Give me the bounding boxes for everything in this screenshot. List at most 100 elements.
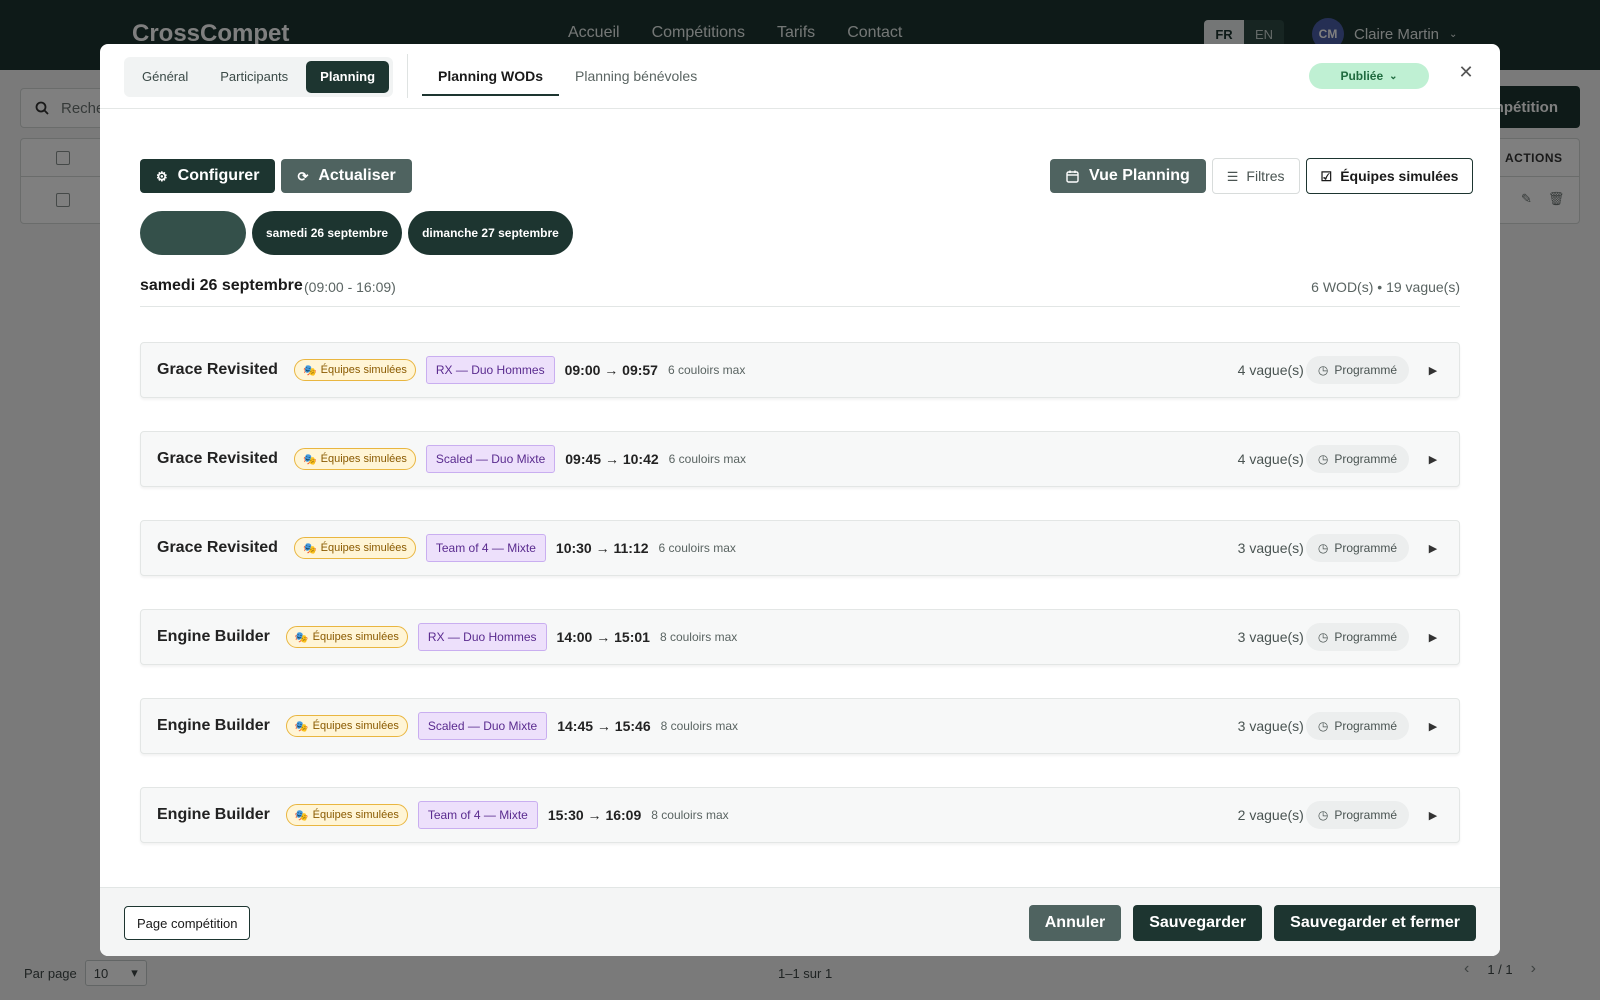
puzzle-icon: 🎭 bbox=[302, 542, 317, 555]
filters-button[interactable]: ☰ Filtres bbox=[1211, 158, 1300, 194]
main-tabs: Général Participants Planning bbox=[124, 57, 394, 97]
close-icon[interactable]: ✕ bbox=[1452, 58, 1480, 86]
simulated-teams-label: Équipes simulées bbox=[1340, 168, 1459, 184]
status-label: Publiée bbox=[1340, 69, 1384, 83]
status-badge: ◷ Programmé bbox=[1305, 801, 1409, 829]
wod-row-content: Engine Builder 🎭 Équipes simulées RX — Du… bbox=[157, 610, 737, 664]
status-badge-label: Programmé bbox=[1334, 363, 1397, 377]
category-badge: Scaled — Duo Mixte bbox=[425, 445, 556, 473]
wod-row-right: 3 vague(s) ◷ Programmé ▶ bbox=[1238, 534, 1445, 562]
wod-row-right: 4 vague(s) ◷ Programmé ▶ bbox=[1238, 445, 1445, 473]
wod-name: Grace Revisited bbox=[157, 539, 278, 556]
status-badge-label: Programmé bbox=[1334, 541, 1397, 555]
save-button[interactable]: Sauvegarder bbox=[1133, 905, 1263, 941]
wod-row[interactable]: Engine Builder 🎭 Équipes simulées Team of… bbox=[140, 787, 1460, 843]
planning-view-button[interactable]: Vue Planning bbox=[1050, 159, 1206, 193]
simulated-badge: 🎭 Équipes simulées bbox=[285, 626, 408, 648]
status-badge: ◷ Programmé bbox=[1305, 623, 1409, 651]
simulated-badge-label: Équipes simulées bbox=[320, 542, 407, 554]
divider bbox=[407, 54, 408, 98]
subtab-planning-benevoles[interactable]: Planning bénévoles bbox=[559, 44, 713, 108]
wod-time: 15:30 → 16:09 bbox=[547, 807, 642, 823]
status-badge: ◷ Programmé bbox=[1305, 534, 1409, 562]
calendar-icon bbox=[1066, 170, 1079, 183]
refresh-button[interactable]: ⟳ Actualiser bbox=[281, 159, 412, 193]
cancel-button[interactable]: Annuler bbox=[1028, 905, 1122, 941]
planning-view-label: Vue Planning bbox=[1089, 167, 1190, 184]
footer-actions: Annuler Sauvegarder Sauvegarder et ferme… bbox=[1028, 905, 1476, 941]
wod-name: Engine Builder bbox=[157, 628, 270, 645]
expand-icon[interactable]: ▶ bbox=[1421, 631, 1445, 644]
wod-lanes: 6 couloirs max bbox=[658, 541, 736, 555]
wod-row[interactable]: Engine Builder 🎭 Équipes simulées Scaled … bbox=[140, 698, 1460, 754]
wod-time: 09:00 → 09:57 bbox=[564, 362, 658, 378]
expand-icon[interactable]: ▶ bbox=[1421, 720, 1445, 733]
simulated-badge: 🎭 Équipes simulées bbox=[293, 537, 416, 559]
day-chip-all[interactable] bbox=[140, 211, 246, 255]
puzzle-icon: 🎭 bbox=[302, 364, 317, 377]
status-badge: ◷ Programmé bbox=[1305, 712, 1409, 740]
wod-row-right: 3 vague(s) ◷ Programmé ▶ bbox=[1238, 712, 1445, 740]
wod-row[interactable]: Grace Revisited 🎭 Équipes simulées RX — D… bbox=[140, 342, 1460, 398]
clock-icon: ◷ bbox=[1317, 808, 1329, 822]
simulated-badge: 🎭 Équipes simulées bbox=[285, 715, 408, 737]
wod-time: 10:30 → 11:12 bbox=[555, 540, 649, 556]
wod-row[interactable]: Grace Revisited 🎭 Équipes simulées Team o… bbox=[140, 520, 1460, 576]
expand-icon[interactable]: ▶ bbox=[1421, 364, 1445, 377]
wod-time: 09:45 → 10:42 bbox=[565, 451, 659, 467]
day-title: samedi 26 septembre bbox=[140, 277, 303, 294]
wod-name: Grace Revisited bbox=[157, 450, 278, 467]
status-badge-label: Programmé bbox=[1334, 808, 1397, 822]
wave-count: 3 vague(s) bbox=[1237, 718, 1304, 734]
wod-row[interactable]: Grace Revisited 🎭 Équipes simulées Scaled… bbox=[140, 431, 1460, 487]
expand-icon[interactable]: ▶ bbox=[1421, 453, 1445, 466]
configure-label: Configurer bbox=[177, 167, 260, 184]
expand-icon[interactable]: ▶ bbox=[1421, 542, 1445, 555]
wave-count: 3 vague(s) bbox=[1237, 540, 1304, 556]
category-badge: RX — Duo Hommes bbox=[425, 356, 555, 384]
wod-row[interactable]: Engine Builder 🎭 Équipes simulées RX — Du… bbox=[140, 609, 1460, 665]
simulated-teams-toggle[interactable]: ☑ Équipes simulées bbox=[1305, 158, 1474, 194]
day-chip-saturday[interactable]: samedi 26 septembre bbox=[252, 211, 403, 255]
day-summary: 6 WOD(s) • 19 vague(s) bbox=[1311, 279, 1460, 295]
wod-lanes: 6 couloirs max bbox=[667, 363, 746, 377]
wod-row-content: Grace Revisited 🎭 Équipes simulées Team o… bbox=[157, 521, 736, 575]
wod-time: 14:00 → 15:01 bbox=[556, 629, 650, 645]
expand-icon[interactable]: ▶ bbox=[1421, 809, 1445, 822]
competition-page-button[interactable]: Page compétition bbox=[124, 906, 251, 940]
subtab-planning-wods[interactable]: Planning WODs bbox=[422, 44, 559, 96]
simulated-badge: 🎭 Équipes simulées bbox=[285, 804, 408, 826]
clock-icon: ◷ bbox=[1317, 630, 1329, 644]
wod-row-content: Grace Revisited 🎭 Équipes simulées Scaled… bbox=[157, 432, 746, 486]
tab-participants[interactable]: Participants bbox=[206, 61, 302, 93]
simulated-badge-label: Équipes simulées bbox=[312, 809, 399, 821]
wave-count: 4 vague(s) bbox=[1237, 362, 1304, 378]
puzzle-icon: 🎭 bbox=[302, 453, 317, 466]
configure-button[interactable]: ⚙ Configurer bbox=[140, 159, 276, 193]
filters-label: Filtres bbox=[1246, 168, 1285, 184]
puzzle-icon: 🎭 bbox=[294, 720, 309, 733]
tab-planning[interactable]: Planning bbox=[306, 61, 390, 93]
status-badge: ◷ Programmé bbox=[1305, 445, 1409, 473]
wod-lanes: 6 couloirs max bbox=[668, 452, 747, 466]
status-badge: ◷ Programmé bbox=[1305, 356, 1409, 384]
status-dropdown[interactable]: Publiée ⌄ bbox=[1309, 63, 1429, 89]
status-badge-label: Programmé bbox=[1334, 452, 1397, 466]
wave-count: 4 vague(s) bbox=[1237, 451, 1304, 467]
wod-name: Grace Revisited bbox=[157, 361, 278, 378]
tab-general[interactable]: Général bbox=[128, 61, 202, 93]
save-and-close-button[interactable]: Sauvegarder et fermer bbox=[1274, 905, 1476, 941]
wod-lanes: 8 couloirs max bbox=[660, 719, 738, 733]
day-chip-sunday[interactable]: dimanche 27 septembre bbox=[408, 211, 573, 255]
day-filter-chips: samedi 26 septembre dimanche 27 septembr… bbox=[140, 211, 573, 255]
status-badge-label: Programmé bbox=[1334, 719, 1397, 733]
wod-row-right: 4 vague(s) ◷ Programmé ▶ bbox=[1238, 356, 1445, 384]
simulated-badge: 🎭 Équipes simulées bbox=[293, 448, 416, 470]
wod-lanes: 8 couloirs max bbox=[659, 630, 738, 644]
refresh-label: Actualiser bbox=[318, 167, 396, 184]
gear-icon: ⚙ bbox=[156, 168, 168, 184]
simulated-badge-label: Équipes simulées bbox=[320, 453, 407, 465]
wod-name: Engine Builder bbox=[157, 717, 270, 734]
day-header: samedi 26 septembre (09:00 - 16:09) 6 WO… bbox=[140, 277, 1460, 307]
category-badge: Team of 4 — Mixte bbox=[417, 801, 538, 829]
